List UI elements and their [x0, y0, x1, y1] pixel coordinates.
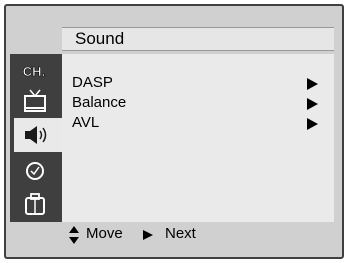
menu-list: DASP Balance AVL	[62, 54, 334, 222]
menu-item-balance[interactable]: Balance	[72, 94, 324, 114]
menu-item-avl[interactable]: AVL	[72, 114, 324, 134]
toolbox-icon	[25, 193, 45, 215]
category-sidebar: CH.	[10, 54, 62, 222]
right-arrow-icon	[307, 118, 318, 130]
menu-item-dasp[interactable]: DASP	[72, 74, 324, 94]
menu-title: Sound	[75, 29, 125, 48]
help-bar: Move Next	[62, 222, 334, 248]
sidebar-item-channel[interactable]: CH.	[10, 54, 62, 88]
sidebar-item-sound[interactable]	[14, 118, 62, 152]
right-arrow-icon	[307, 98, 318, 110]
svg-text:CH.: CH.	[23, 64, 45, 79]
menu-item-label: AVL	[72, 114, 100, 131]
sidebar-item-picture[interactable]	[10, 84, 62, 118]
right-arrow-icon	[307, 78, 318, 90]
title-bar: Sound	[62, 27, 334, 51]
menu-item-label: Balance	[72, 94, 127, 111]
channel-icon: CH.	[23, 64, 46, 80]
sidebar-item-time[interactable]	[10, 154, 62, 188]
up-down-arrow-icon	[69, 226, 79, 244]
tv-picture-icon	[24, 89, 46, 112]
clock-icon	[26, 162, 44, 180]
move-hint-label: Move	[86, 225, 123, 242]
speaker-sound-icon	[25, 126, 47, 144]
sidebar-item-setup[interactable]	[10, 186, 62, 220]
right-arrow-icon	[143, 230, 153, 240]
next-hint-label: Next	[165, 225, 196, 242]
menu-item-label: DASP	[72, 74, 113, 91]
